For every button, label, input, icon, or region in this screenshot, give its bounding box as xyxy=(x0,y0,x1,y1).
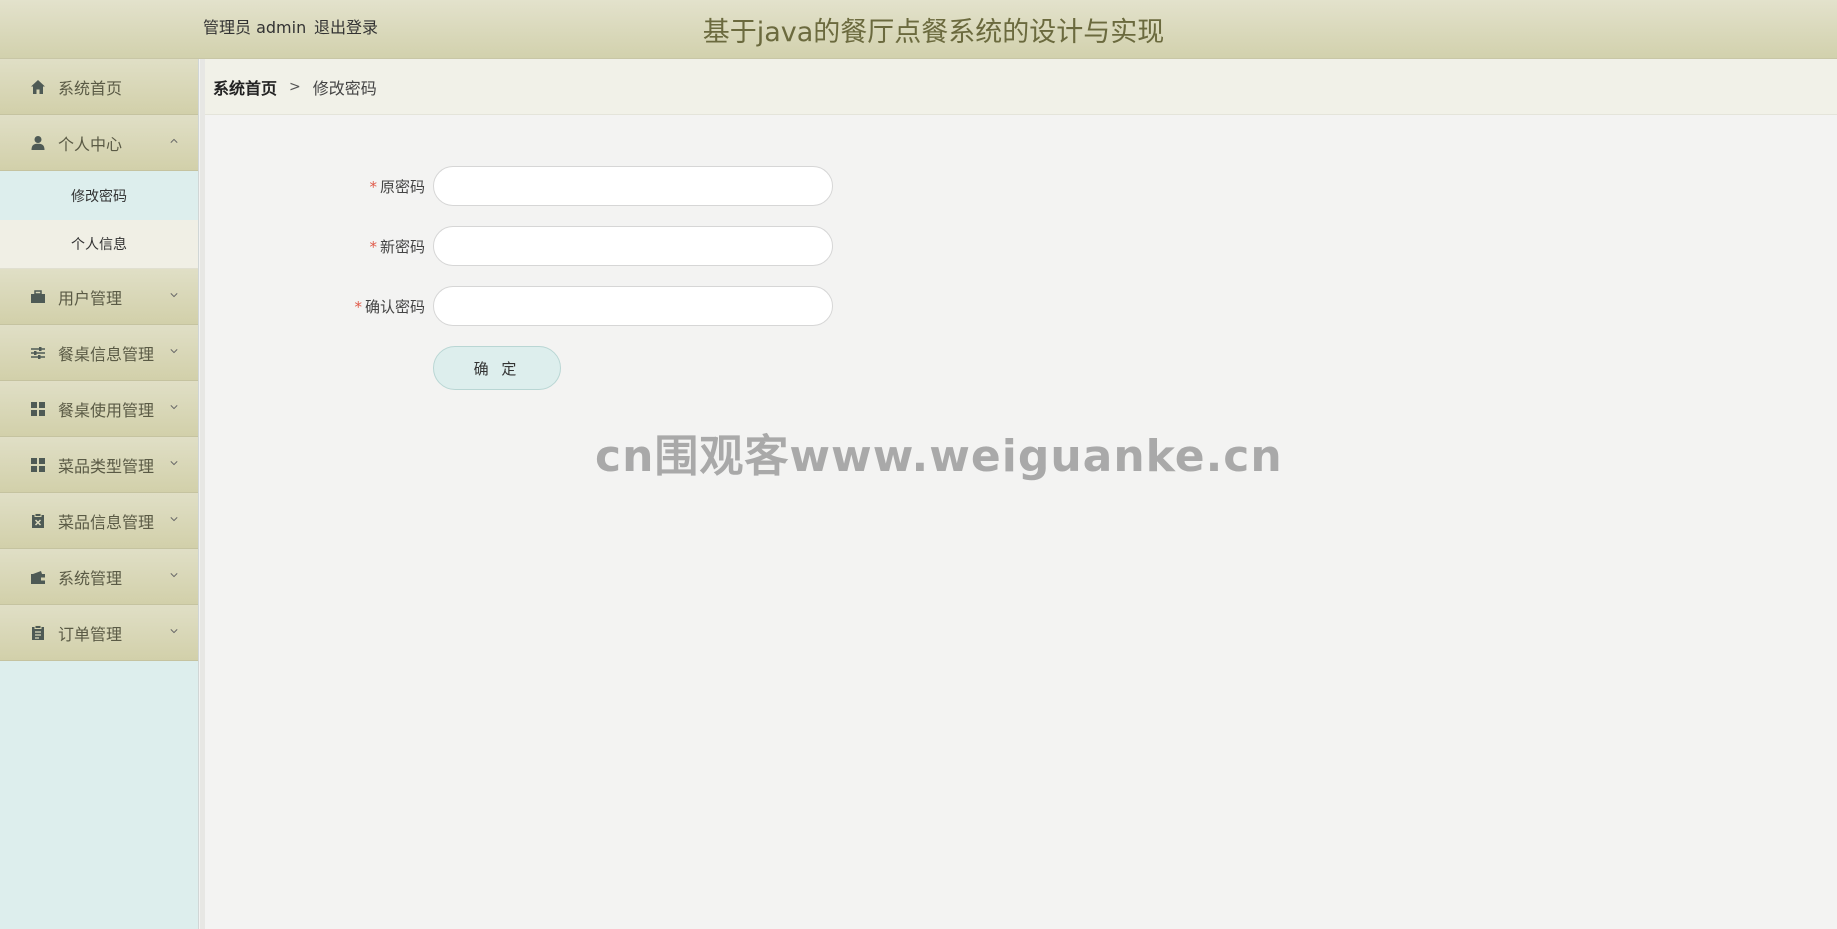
form-row-old-password: * 原密码 xyxy=(205,166,1105,206)
sidebar-item-label: 用户管理 xyxy=(58,288,123,308)
sidebar-item-table-info-management[interactable]: 餐桌信息管理 xyxy=(0,325,198,381)
watermark-text: cn围观客www.weiguanke.cn xyxy=(595,431,1283,482)
sidebar-item-label: 餐桌信息管理 xyxy=(58,344,155,364)
old-password-input[interactable] xyxy=(433,166,833,206)
sidebar-item-dish-type-management[interactable]: 菜品类型管理 xyxy=(0,437,198,493)
sidebar-item-label: 餐桌使用管理 xyxy=(58,400,155,420)
confirm-password-label: * 确认密码 xyxy=(354,298,425,316)
main-content: 系统首页 > 修改密码 * 原密码 * 新密码 * 确认密码 确 定 xyxy=(200,59,1837,929)
user-icon xyxy=(31,136,45,150)
grid-icon xyxy=(31,402,45,416)
sidebar-item-label: 个人中心 xyxy=(58,134,123,154)
app-title: 基于java的餐厅点餐系统的设计与实现 xyxy=(702,17,1165,48)
sliders-icon xyxy=(31,347,45,359)
form-row-new-password: * 新密码 xyxy=(205,226,1105,266)
sidebar-item-dish-info-management[interactable]: 菜品信息管理 xyxy=(0,493,198,549)
new-password-input[interactable] xyxy=(433,226,833,266)
required-mark: * xyxy=(369,178,377,196)
sidebar-item-label: 系统管理 xyxy=(58,568,123,588)
sidebar-item-user-management[interactable]: 用户管理 xyxy=(0,269,198,325)
clipboard-icon xyxy=(32,625,44,640)
sidebar-item-table-usage-management[interactable]: 餐桌使用管理 xyxy=(0,381,198,437)
chevron-down-icon xyxy=(170,461,178,466)
home-icon xyxy=(31,80,45,94)
sidebar-subitem-change-password[interactable]: 修改密码 xyxy=(0,171,198,220)
breadcrumb-home[interactable]: 系统首页 xyxy=(213,75,277,99)
chevron-down-icon xyxy=(170,349,178,354)
confirm-button[interactable]: 确 定 xyxy=(433,346,561,390)
sidebar: 系统首页 个人中心 修改密码 个人信息 用户管理 餐桌信息管理 餐桌使用管理 菜… xyxy=(0,59,199,929)
sidebar-item-label: 菜品类型管理 xyxy=(58,456,155,476)
breadcrumb-separator: > xyxy=(289,78,301,95)
chevron-down-icon xyxy=(170,405,178,410)
required-mark: * xyxy=(369,238,377,256)
sidebar-item-label: 订单管理 xyxy=(58,624,123,644)
sidebar-item-label: 菜品信息管理 xyxy=(58,512,155,532)
top-header: 管理员 admin 退出登录 基于java的餐厅点餐系统的设计与实现 xyxy=(0,0,1837,59)
old-password-label: * 原密码 xyxy=(369,178,425,196)
breadcrumb-current: 修改密码 xyxy=(312,78,377,98)
breadcrumb: 系统首页 > 修改密码 xyxy=(205,59,1837,115)
sidebar-item-label: 系统首页 xyxy=(58,78,123,98)
required-mark: * xyxy=(354,298,362,316)
sidebar-item-system-management[interactable]: 系统管理 xyxy=(0,549,198,605)
form-row-confirm-password: * 确认密码 xyxy=(205,286,1105,326)
sidebar-item-personal-center[interactable]: 个人中心 xyxy=(0,115,198,171)
chevron-down-icon xyxy=(170,293,178,298)
confirm-password-input[interactable] xyxy=(433,286,833,326)
clipboard-x-icon xyxy=(32,513,44,528)
sidebar-item-home[interactable]: 系统首页 xyxy=(0,59,198,115)
grid-icon xyxy=(31,458,45,472)
wallet-icon xyxy=(31,571,45,584)
chevron-down-icon xyxy=(170,629,178,634)
briefcase-icon xyxy=(31,290,45,303)
chevron-down-icon xyxy=(170,573,178,578)
sidebar-item-order-management[interactable]: 订单管理 xyxy=(0,605,198,661)
chevron-up-icon xyxy=(170,138,178,143)
chevron-down-icon xyxy=(170,517,178,522)
new-password-label: * 新密码 xyxy=(369,238,425,256)
sidebar-subitem-personal-info[interactable]: 个人信息 xyxy=(0,220,198,269)
